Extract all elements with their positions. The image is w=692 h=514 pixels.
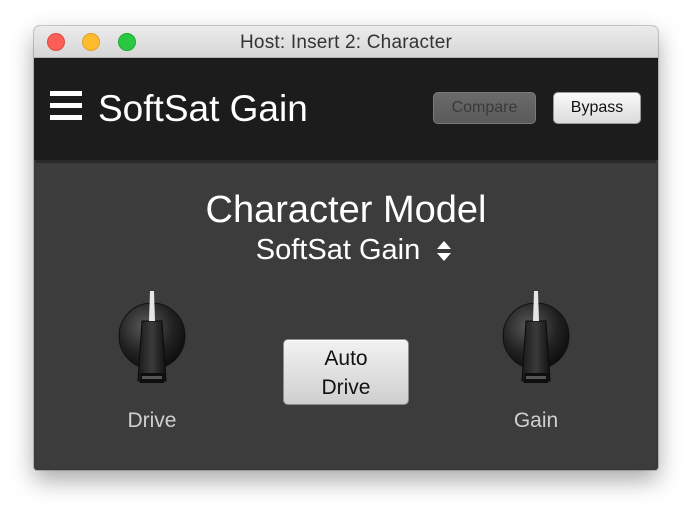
plugin-name: SoftSat Gain [98, 88, 308, 129]
plugin-panel: Character Model SoftSat Gain Drive Auto … [36, 160, 656, 468]
auto-drive-line2: Drive [321, 376, 371, 399]
section-title: Character Model [205, 189, 487, 231]
plugin-window: Host: Insert 2: Character SoftSat Gain C… [34, 26, 658, 470]
rotary-knob-icon [502, 291, 570, 383]
hamburger-menu-icon[interactable] [50, 91, 82, 121]
rotary-knob-icon [118, 291, 186, 383]
up-down-arrows-icon [437, 241, 451, 261]
gain-label: Gain [513, 409, 559, 432]
gain-knob[interactable] [496, 281, 576, 401]
window-titlebar[interactable]: Host: Insert 2: Character [34, 26, 658, 58]
compare-button[interactable]: Compare [433, 92, 536, 124]
auto-drive-line1: Auto [324, 347, 368, 370]
drive-label: Drive [127, 409, 177, 432]
drive-knob[interactable] [112, 281, 192, 401]
window-title: Host: Insert 2: Character [240, 32, 452, 53]
bypass-button[interactable]: Bypass [553, 92, 641, 124]
character-model-select[interactable]: SoftSat Gain [244, 233, 452, 267]
plugin-header: SoftSat Gain Compare Bypass [34, 58, 658, 160]
model-selected-value: SoftSat Gain [255, 234, 421, 266]
auto-drive-button[interactable]: Auto Drive [283, 339, 409, 405]
